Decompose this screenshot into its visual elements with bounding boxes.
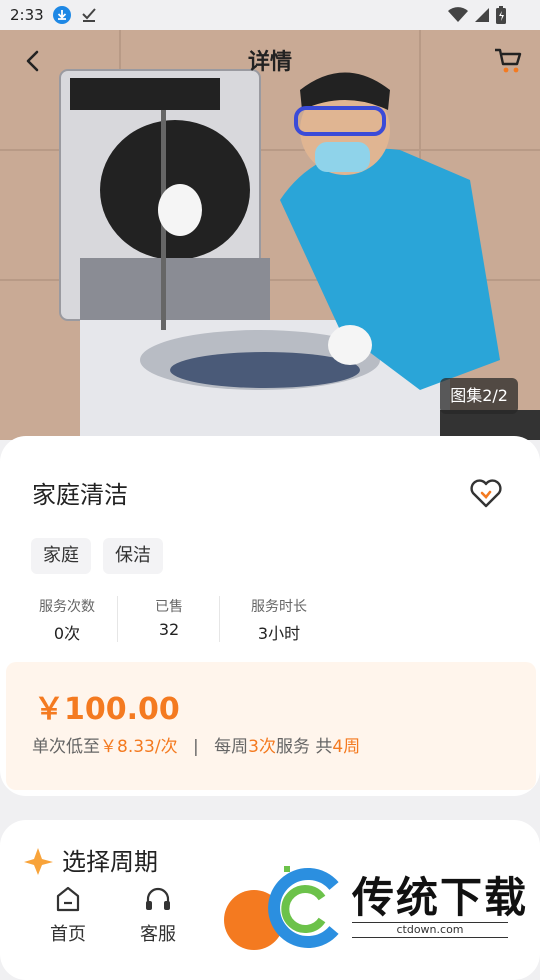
weekly-prefix: 每周 bbox=[214, 737, 249, 757]
price-separator: | bbox=[193, 737, 199, 757]
weekly-weeks: 4周 bbox=[332, 737, 361, 757]
stat-divider bbox=[219, 596, 220, 642]
stat-value-duration: 3小时 bbox=[257, 624, 301, 643]
gallery-counter-badge[interactable]: 图集2/2 bbox=[440, 378, 518, 414]
page-title: 详情 bbox=[247, 50, 292, 75]
headset-icon bbox=[142, 884, 174, 916]
signal-icon bbox=[474, 7, 490, 27]
price-detail: 单次低至￥8.33/次 | 每周3次服务 共4周 bbox=[32, 732, 360, 757]
wifi-icon bbox=[448, 7, 468, 27]
download-icon bbox=[52, 5, 72, 25]
service-tag: 家庭 bbox=[31, 538, 91, 574]
tab-customer-service-label: 客服 bbox=[140, 924, 176, 945]
section-title-choose-cycle: 选择周期 bbox=[62, 848, 158, 876]
weekly-mid: 服务 共 bbox=[275, 737, 333, 757]
status-bar: 2:33 bbox=[0, 0, 540, 30]
cart-icon[interactable] bbox=[492, 44, 526, 78]
tab-customer-service[interactable]: 客服 bbox=[123, 884, 193, 946]
weekly-count: 3次 bbox=[248, 737, 276, 757]
service-title: 家庭清洁 bbox=[32, 481, 128, 509]
sparkle-icon bbox=[22, 846, 56, 876]
per-time-prefix: 单次低至 bbox=[32, 737, 100, 757]
stat-label-sold: 已售 bbox=[155, 599, 183, 615]
stat-value-service-count: 0次 bbox=[53, 624, 81, 643]
stat-label-service-count: 服务次数 bbox=[39, 599, 95, 615]
home-icon bbox=[52, 884, 84, 916]
watermark-text: 传统下载 bbox=[352, 873, 529, 922]
watermark-url: ctdown.com bbox=[352, 922, 508, 938]
stat-divider bbox=[117, 596, 118, 642]
check-download-icon bbox=[80, 6, 98, 24]
tab-home[interactable]: 首页 bbox=[33, 884, 103, 946]
battery-icon bbox=[496, 6, 506, 28]
price-amount: ￥100.00 bbox=[34, 692, 180, 727]
service-tag: 保洁 bbox=[103, 538, 163, 574]
stat-label-duration: 服务时长 bbox=[251, 599, 307, 615]
favorite-heart-icon[interactable] bbox=[468, 475, 504, 511]
stat-value-sold: 32 bbox=[158, 620, 180, 639]
per-time-price: ￥8.33/次 bbox=[100, 737, 178, 757]
status-time: 2:33 bbox=[10, 6, 44, 24]
tab-home-label: 首页 bbox=[50, 924, 86, 945]
